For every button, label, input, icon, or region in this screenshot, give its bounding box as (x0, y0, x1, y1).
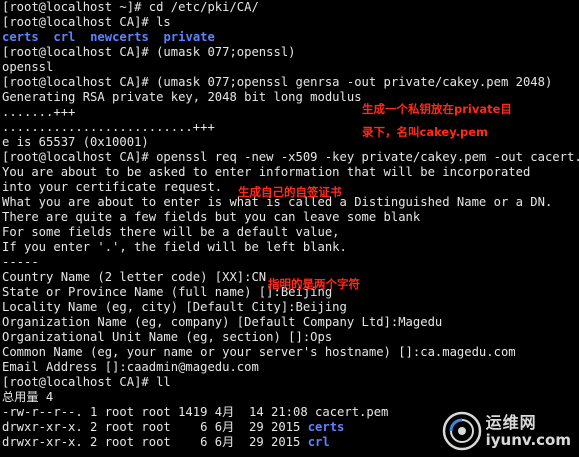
dir-crl: crl (53, 30, 76, 44)
terminal-line: ..........................+++ (2, 120, 215, 134)
terminal-line: [root@localhost CA]# openssl req -new -x… (2, 150, 579, 164)
terminal-line: 总用量 4 (2, 390, 54, 404)
terminal-line: You are about to be asked to enter infor… (2, 165, 531, 179)
ll-row-prefix: drwxr-xr-x. 2 root root 6 6月 29 2015 (2, 420, 308, 434)
annotation-self-signed-cert: 生成自己的自签证书 (238, 185, 342, 199)
annotation-private-key-line1: 生成一个私钥放在private目 (362, 102, 512, 116)
terminal-line: Organization Name (eg, company) [Default… (2, 315, 443, 329)
terminal-window[interactable]: [root@localhost ~]# cd /etc/pki/CA/ [roo… (2, 0, 579, 457)
dir-certs: certs (2, 30, 39, 44)
ll-dir-certs: certs (307, 420, 345, 434)
terminal-line: For some fields there will be a default … (2, 225, 340, 239)
terminal-line: [root@localhost CA]# (umask 077;openssl) (2, 45, 296, 59)
terminal-line: openssl (2, 60, 54, 74)
terminal-line: Locality Name (eg, city) [Default City]:… (2, 300, 347, 314)
annotation-private-key-line2: 录下，名叫cakey.pem (362, 125, 489, 139)
ll-row-prefix: drwxr-xr-x. 2 root root 6 6月 29 2015 (2, 435, 308, 449)
annotation-two-chars: 指明的是两个字符 (268, 277, 360, 291)
watermark-logo-icon (442, 411, 481, 451)
terminal-line: If you enter '.', the field will be left… (2, 240, 347, 254)
ls-output-line: certs crl newcerts private (2, 30, 579, 45)
terminal-line: Email Address []:caadmin@magedu.com (2, 360, 259, 374)
terminal-line: Common Name (eg, your name or your serve… (2, 345, 516, 359)
terminal-line: Organizational Unit Name (eg, section) [… (2, 330, 333, 344)
watermark: 运维网 iyunv.com (442, 411, 571, 451)
terminal-line: [root@localhost CA]# ll (2, 375, 171, 389)
terminal-line: [root@localhost CA]# ls (2, 15, 171, 29)
terminal-line: There are quite a few fields but you can… (2, 210, 421, 224)
watermark-cn: 运维网 (485, 412, 537, 432)
terminal-line: ----- (2, 255, 39, 269)
watermark-url: iyunv.com (485, 430, 571, 449)
dir-newcerts: newcerts (90, 30, 149, 44)
dir-private: private (163, 30, 215, 44)
terminal-line: e is 65537 (0x10001) (2, 135, 149, 149)
terminal-line: [root@localhost ~]# cd /etc/pki/CA/ (2, 0, 259, 14)
terminal-line: [root@localhost CA]# (umask 077;openssl … (2, 75, 553, 89)
ll-dir-crl: crl (307, 435, 330, 449)
